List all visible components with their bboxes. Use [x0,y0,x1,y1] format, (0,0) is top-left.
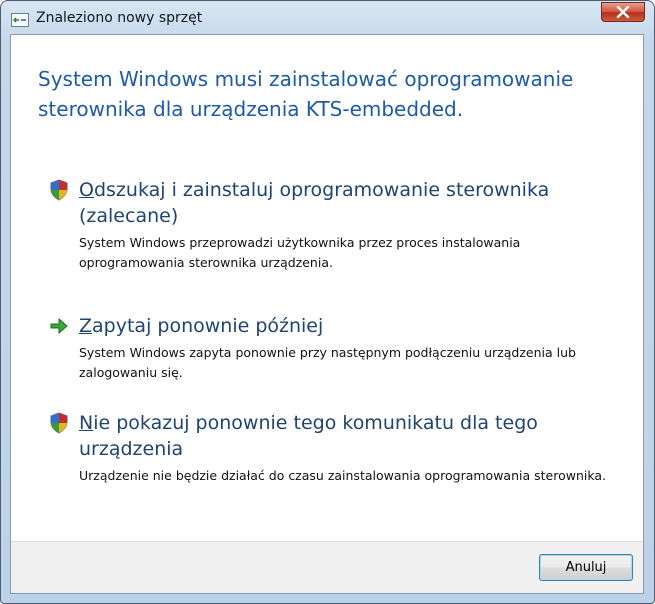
shield-icon [49,179,69,201]
option-title[interactable]: Nie pokazuj ponownie tego komunikatu dla… [79,410,619,462]
close-icon [616,6,630,18]
dialog-window: Znaleziono nowy sprzęt System Windows mu… [0,0,655,604]
option-title-text: apytaj ponownie później [92,315,324,337]
option-title-text: dszukaj i zainstaluj oprogramowanie ster… [79,179,550,227]
option-title-text: ie pokazuj ponownie tego komunikatu dla … [79,412,538,460]
title-bar[interactable]: Znaleziono nowy sprzęt [1,1,654,35]
button-bar: Anuluj [11,541,643,593]
option-description: Urządzenie nie będzie działać do czasu z… [79,468,606,483]
access-key: O [79,179,94,201]
access-key: Z [79,315,93,337]
option-title[interactable]: Zapytaj ponownie później [79,313,619,339]
cancel-button[interactable]: Anuluj [539,554,633,581]
access-key: N [79,412,94,434]
window-title: Znaleziono nowy sprzęt [36,10,203,26]
dialog-content: System Windows musi zainstalować oprogra… [10,34,644,594]
hardware-wizard-icon [11,13,29,27]
instruction-header: System Windows musi zainstalować oprogra… [38,67,574,121]
green-arrow-icon [49,315,69,337]
option-title[interactable]: Odszukaj i zainstaluj oprogramowanie ste… [79,177,619,229]
option-description: System Windows przeprowadzi użytkownika … [79,235,521,270]
shield-icon [49,412,69,434]
option-description: System Windows zapyta ponownie przy nast… [79,345,576,380]
close-button[interactable] [601,2,645,22]
